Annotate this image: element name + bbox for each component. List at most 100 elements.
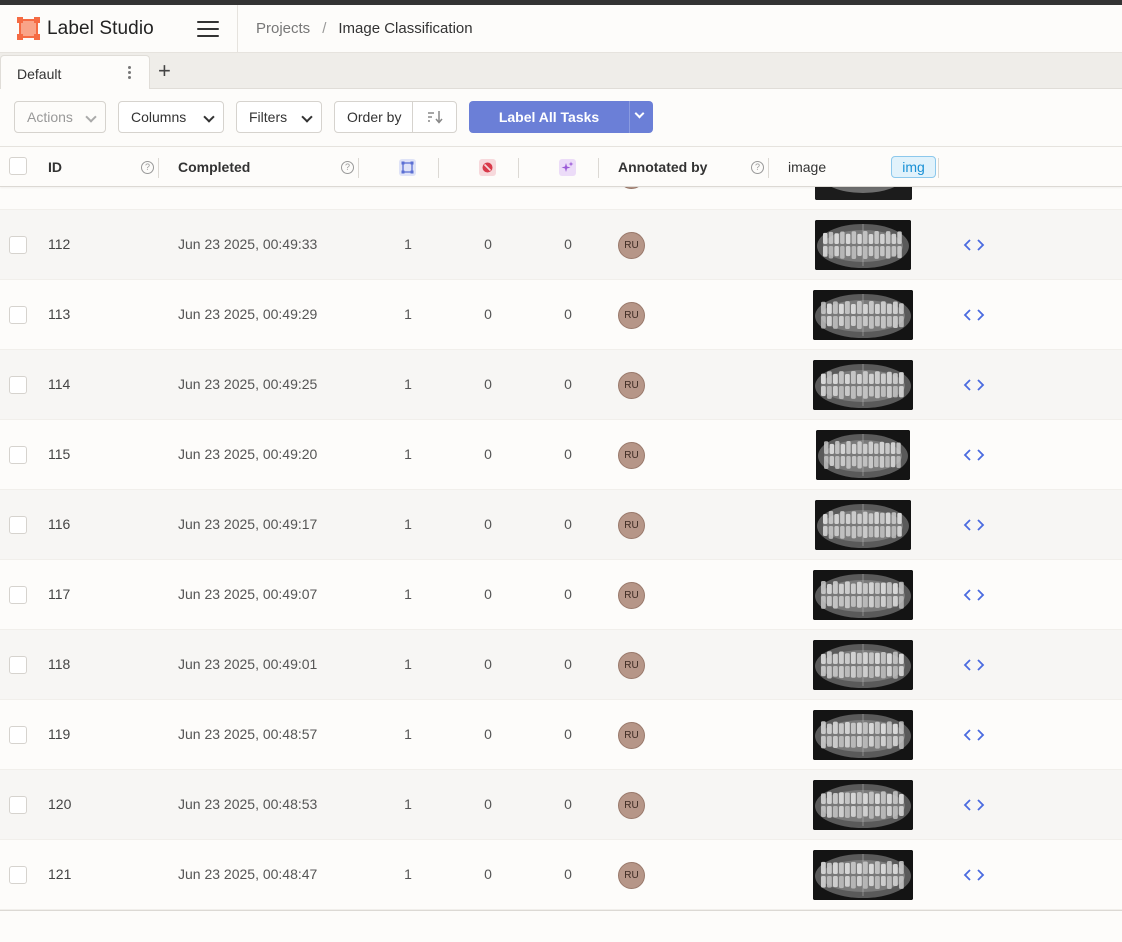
tab-options-icon[interactable] xyxy=(126,66,132,82)
label-all-tasks-dropdown-toggle[interactable] xyxy=(629,101,653,133)
image-thumbnail[interactable] xyxy=(813,780,913,830)
column-header-annotated-by[interactable]: Annotated by xyxy=(618,147,707,187)
row-select-checkbox[interactable] xyxy=(9,656,27,674)
filters-label: Filters xyxy=(249,109,288,125)
image-thumbnail[interactable] xyxy=(816,430,910,480)
avatar: RU xyxy=(618,302,645,329)
table-row[interactable]: 116 Jun 23 2025, 00:49:17 1 0 0 RU xyxy=(0,490,1122,560)
image-thumbnail[interactable] xyxy=(813,850,913,900)
predictions-count: 0 xyxy=(564,656,572,672)
cancelled-count: 0 xyxy=(484,866,492,882)
row-select-checkbox[interactable] xyxy=(9,726,27,744)
table-row[interactable]: 114 Jun 23 2025, 00:49:25 1 0 0 RU xyxy=(0,350,1122,420)
column-header-annotated-by-label: Annotated by xyxy=(618,159,708,175)
tab-label: Default xyxy=(17,66,62,82)
breadcrumb-projects-link[interactable]: Projects xyxy=(256,20,310,37)
view-source-code-icon[interactable] xyxy=(963,237,985,253)
select-all-checkbox[interactable] xyxy=(9,157,27,175)
data-manager-toolbar: Actions Columns Filters Order by Label A… xyxy=(0,89,1122,145)
help-icon[interactable]: ? xyxy=(141,161,154,174)
table-row[interactable]: 119 Jun 23 2025, 00:48:57 1 0 0 RU xyxy=(0,700,1122,770)
column-divider[interactable] xyxy=(358,158,359,178)
column-header-image-label: image xyxy=(788,159,827,175)
filters-dropdown[interactable]: Filters xyxy=(236,101,322,133)
table-row[interactable]: 115 Jun 23 2025, 00:49:20 1 0 0 RU xyxy=(0,420,1122,490)
column-divider[interactable] xyxy=(598,158,599,178)
completed-at: Jun 23 2025, 00:48:53 xyxy=(178,796,318,812)
task-id: 116 xyxy=(48,516,71,532)
row-select-checkbox[interactable] xyxy=(9,236,27,254)
predictions-count: 0 xyxy=(564,516,572,532)
view-source-code-icon[interactable] xyxy=(963,307,985,323)
actions-label: Actions xyxy=(27,109,73,125)
cancelled-count: 0 xyxy=(484,516,492,532)
column-divider[interactable] xyxy=(438,158,439,178)
avatar: RU xyxy=(618,722,645,749)
view-source-code-icon[interactable] xyxy=(963,587,985,603)
view-source-code-icon[interactable] xyxy=(963,657,985,673)
table-row[interactable]: 121 Jun 23 2025, 00:48:47 1 0 0 RU xyxy=(0,840,1122,910)
column-divider[interactable] xyxy=(938,158,939,178)
column-divider[interactable] xyxy=(518,158,519,178)
tab-default[interactable]: Default xyxy=(0,55,150,90)
row-select-checkbox[interactable] xyxy=(9,306,27,324)
predictions-count: 0 xyxy=(564,586,572,602)
table-row[interactable]: 117 Jun 23 2025, 00:49:07 1 0 0 RU xyxy=(0,560,1122,630)
column-divider[interactable] xyxy=(768,158,769,178)
predictions-count-icon[interactable] xyxy=(559,159,576,176)
annotations-count: 1 xyxy=(404,376,412,392)
columns-dropdown[interactable]: Columns xyxy=(118,101,224,133)
actions-dropdown[interactable]: Actions xyxy=(14,101,106,133)
breadcrumb-separator: / xyxy=(322,20,327,37)
app-logo[interactable]: Label Studio xyxy=(17,17,154,40)
table-row[interactable]: 120 Jun 23 2025, 00:48:53 1 0 0 RU xyxy=(0,770,1122,840)
view-source-code-icon[interactable] xyxy=(963,517,985,533)
chevron-down-icon xyxy=(203,111,215,123)
table-row[interactable] xyxy=(0,187,1122,210)
annotations-count-icon[interactable] xyxy=(399,159,416,176)
table-row[interactable]: 113 Jun 23 2025, 00:49:29 1 0 0 RU xyxy=(0,280,1122,350)
order-by-button[interactable]: Order by xyxy=(334,101,457,133)
predictions-count: 0 xyxy=(564,866,572,882)
predictions-count: 0 xyxy=(564,726,572,742)
help-icon[interactable]: ? xyxy=(751,161,764,174)
completed-at: Jun 23 2025, 00:48:57 xyxy=(178,726,318,742)
image-thumbnail[interactable] xyxy=(813,640,913,690)
image-thumbnail[interactable] xyxy=(813,360,913,410)
label-all-tasks-button[interactable]: Label All Tasks xyxy=(469,101,653,133)
view-source-code-icon[interactable] xyxy=(963,797,985,813)
image-thumbnail[interactable] xyxy=(815,500,911,550)
completed-at: Jun 23 2025, 00:48:47 xyxy=(178,866,318,882)
help-icon[interactable]: ? xyxy=(341,161,354,174)
image-thumbnail[interactable] xyxy=(815,220,911,270)
row-select-checkbox[interactable] xyxy=(9,866,27,884)
row-select-checkbox[interactable] xyxy=(9,586,27,604)
column-header-id[interactable]: ID xyxy=(48,147,62,187)
row-select-checkbox[interactable] xyxy=(9,376,27,394)
image-thumbnail[interactable] xyxy=(813,570,913,620)
menu-icon[interactable] xyxy=(197,21,219,39)
image-thumbnail[interactable] xyxy=(815,187,912,200)
row-select-checkbox[interactable] xyxy=(9,516,27,534)
row-select-checkbox[interactable] xyxy=(9,446,27,464)
view-source-code-icon[interactable] xyxy=(963,377,985,393)
add-tab-icon[interactable]: + xyxy=(158,60,171,82)
view-source-code-icon[interactable] xyxy=(963,447,985,463)
annotations-count: 1 xyxy=(404,726,412,742)
table-bottom-border xyxy=(0,910,1122,911)
completed-at: Jun 23 2025, 00:49:01 xyxy=(178,656,318,672)
row-select-checkbox[interactable] xyxy=(9,796,27,814)
column-header-completed[interactable]: Completed xyxy=(178,147,250,187)
view-source-code-icon[interactable] xyxy=(963,727,985,743)
column-divider[interactable] xyxy=(158,158,159,178)
annotations-count: 1 xyxy=(404,796,412,812)
image-thumbnail[interactable] xyxy=(813,290,913,340)
table-row[interactable]: 118 Jun 23 2025, 00:49:01 1 0 0 RU xyxy=(0,630,1122,700)
cancelled-count-icon[interactable] xyxy=(479,159,496,176)
column-header-image[interactable]: image xyxy=(788,147,826,187)
image-thumbnail[interactable] xyxy=(813,710,913,760)
sort-direction-icon[interactable] xyxy=(412,102,456,132)
header-divider xyxy=(237,5,238,53)
view-source-code-icon[interactable] xyxy=(963,867,985,883)
table-row[interactable]: 112 Jun 23 2025, 00:49:33 1 0 0 RU xyxy=(0,210,1122,280)
